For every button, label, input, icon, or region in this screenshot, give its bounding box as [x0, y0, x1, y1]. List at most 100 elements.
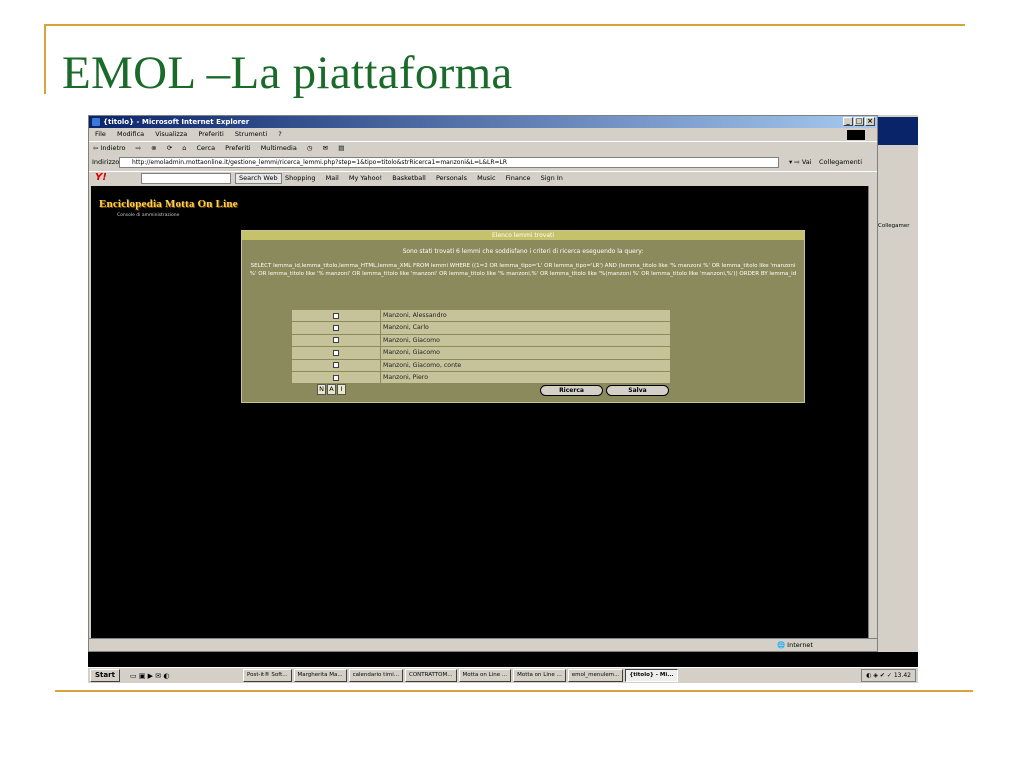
menu-strumenti[interactable]: Strumenti — [235, 130, 267, 138]
menu-visualizza[interactable]: Visualizza — [155, 130, 187, 138]
yahoo-search-button[interactable]: Search Web — [235, 173, 282, 184]
bottom-rule — [55, 690, 973, 692]
go-button[interactable]: ▾ ⇨ Vai — [789, 156, 812, 169]
task-button[interactable]: Motta on Line ... — [458, 669, 512, 682]
background-links: Collegamer — [878, 223, 910, 229]
yahoo-sign-in[interactable]: Sign In — [541, 174, 563, 182]
vertical-scrollbar[interactable] — [868, 186, 877, 638]
home-icon[interactable]: ⌂ — [182, 144, 186, 152]
clock[interactable]: 13.42 — [894, 672, 911, 679]
lemma-title: Manzoni, Alessandro — [380, 310, 670, 322]
task-button[interactable]: Post-it® Soft... — [243, 669, 292, 682]
taskbar: Start ▭ ▣ ▶ ✉ ◐ Post-it® Soft... Margher… — [88, 667, 918, 683]
yahoo-finance[interactable]: Finance — [506, 174, 531, 182]
top-rule — [44, 24, 965, 26]
menu-file[interactable]: File — [95, 130, 106, 138]
background-window[interactable]: Collegamer — [878, 115, 918, 652]
invert-selection-button[interactable]: I — [337, 384, 346, 395]
print-icon[interactable]: ▤ — [338, 144, 344, 152]
forward-button[interactable]: ⇨ — [136, 144, 141, 152]
background-window-titlebar — [878, 117, 918, 145]
results-message: Sono stati trovati 6 lemmi che soddisfan… — [402, 248, 644, 255]
mail-icon[interactable]: ✉ — [323, 144, 328, 152]
select-none-button[interactable]: N — [317, 384, 326, 395]
table-row: Manzoni, Alessandro — [292, 310, 670, 323]
yahoo-shopping[interactable]: Shopping — [285, 174, 316, 182]
address-bar: Indirizzo http://emoladmin.mottaonline.i… — [89, 156, 877, 169]
start-button[interactable]: Start — [90, 669, 120, 682]
yahoo-basketball[interactable]: Basketball — [392, 174, 426, 182]
lemma-title: Manzoni, Giacomo, conte — [380, 359, 670, 371]
search-button[interactable]: Cerca — [196, 144, 215, 152]
menu-bar: File Modifica Visualizza Preferiti Strum… — [89, 129, 877, 140]
window-titlebar[interactable]: {titolo} - Microsoft Internet Explorer _… — [89, 116, 877, 128]
results-table: Manzoni, Alessandro Manzoni, Carlo Manzo… — [292, 310, 670, 385]
task-button-active[interactable]: {titolo} - Mi... — [625, 669, 678, 682]
menu-help[interactable]: ? — [278, 130, 281, 138]
table-row: Manzoni, Giacomo — [292, 334, 670, 348]
row-checkbox[interactable] — [333, 362, 339, 369]
history-icon[interactable]: ◷ — [307, 144, 313, 152]
task-button[interactable]: CONTRATTOM... — [404, 669, 457, 682]
system-tray: ◐ ◈ ✔ ✓ 13.42 — [861, 669, 916, 682]
left-rule — [44, 24, 46, 94]
task-button[interactable]: Margherita Ma... — [293, 669, 347, 682]
maximize-button[interactable]: □ — [854, 117, 864, 126]
table-row: Manzoni, Carlo — [292, 322, 670, 335]
panel-title: Elenco lemmi trovati — [242, 231, 804, 240]
go-label: Vai — [801, 158, 812, 166]
menu-modifica[interactable]: Modifica — [117, 130, 144, 138]
yahoo-music[interactable]: Music — [477, 174, 496, 182]
selection-buttons: N A I — [317, 384, 346, 395]
refresh-icon[interactable]: ⟳ — [167, 144, 172, 152]
results-panel: Elenco lemmi trovati Sono stati trovati … — [241, 230, 805, 403]
screenshot: {titolo} - Microsoft Internet Explorer _… — [88, 115, 918, 683]
lemma-title: Manzoni, Carlo — [380, 322, 670, 334]
favorites-button[interactable]: Preferiti — [225, 144, 250, 152]
media-button[interactable]: Multimedia — [261, 144, 297, 152]
quick-launch[interactable]: ▭ ▣ ▶ ✉ ◐ — [130, 669, 169, 683]
windows-logo-icon — [847, 130, 865, 140]
save-button[interactable]: Salva — [606, 385, 669, 396]
standard-toolbar: ⇦ Indietro ⇨ ⊗ ⟳ ⌂ Cerca Preferiti Multi… — [89, 141, 877, 154]
select-all-button[interactable]: A — [327, 384, 336, 395]
address-label: Indirizzo — [92, 158, 120, 166]
row-checkbox[interactable] — [333, 325, 339, 332]
lemma-title: Manzoni, Giacomo — [380, 347, 670, 359]
lemma-title: Manzoni, Giacomo — [380, 334, 670, 347]
row-checkbox[interactable] — [333, 374, 339, 381]
close-button[interactable]: × — [865, 117, 875, 126]
table-row: Manzoni, Giacomo, conte — [292, 359, 670, 372]
ie-icon — [92, 118, 100, 126]
task-button[interactable]: Motta on Line ... — [513, 669, 566, 682]
stop-icon[interactable]: ⊗ — [151, 144, 156, 152]
task-button[interactable]: calendario timi... — [348, 669, 403, 682]
ie-window: {titolo} - Microsoft Internet Explorer _… — [88, 115, 878, 652]
yahoo-logo[interactable]: Y! — [95, 172, 107, 184]
row-checkbox[interactable] — [333, 312, 339, 319]
row-checkbox[interactable] — [333, 349, 339, 356]
site-logo[interactable]: Enciclopedia Motta On Line — [99, 198, 238, 210]
window-title: {titolo} - Microsoft Internet Explorer — [103, 118, 250, 126]
yahoo-personals[interactable]: Personals — [436, 174, 467, 182]
links-button[interactable]: Collegamenti — [819, 156, 862, 169]
yahoo-search-input[interactable] — [141, 173, 231, 184]
search-button[interactable]: Ricerca — [540, 385, 603, 396]
yahoo-my-yahoo[interactable]: My Yahoo! — [349, 174, 382, 182]
yahoo-toolbar: Y! Search Web Shopping Mail My Yahoo! Ba… — [89, 171, 877, 184]
task-list: Post-it® Soft... Margherita Ma... calend… — [243, 669, 678, 682]
zone-label: Internet — [787, 641, 813, 649]
menu-preferiti[interactable]: Preferiti — [198, 130, 223, 138]
task-button[interactable]: emol_menulem... — [567, 669, 624, 682]
status-bar: 🌐 Internet — [89, 638, 877, 650]
security-zone: 🌐 Internet — [777, 641, 813, 649]
site-logo-subtitle: Console di amministrazione — [117, 213, 180, 218]
minimize-button[interactable]: _ — [843, 117, 853, 126]
slide-title: EMOL –La piattaforma — [62, 47, 513, 99]
yahoo-mail[interactable]: Mail — [326, 174, 339, 182]
address-input[interactable]: http://emoladmin.mottaonline.it/gestione… — [119, 157, 779, 168]
back-button[interactable]: ⇦ Indietro — [93, 144, 126, 152]
table-row: Manzoni, Giacomo — [292, 347, 670, 360]
lemma-title: Manzoni, Piero — [380, 371, 670, 384]
row-checkbox[interactable] — [333, 337, 339, 344]
